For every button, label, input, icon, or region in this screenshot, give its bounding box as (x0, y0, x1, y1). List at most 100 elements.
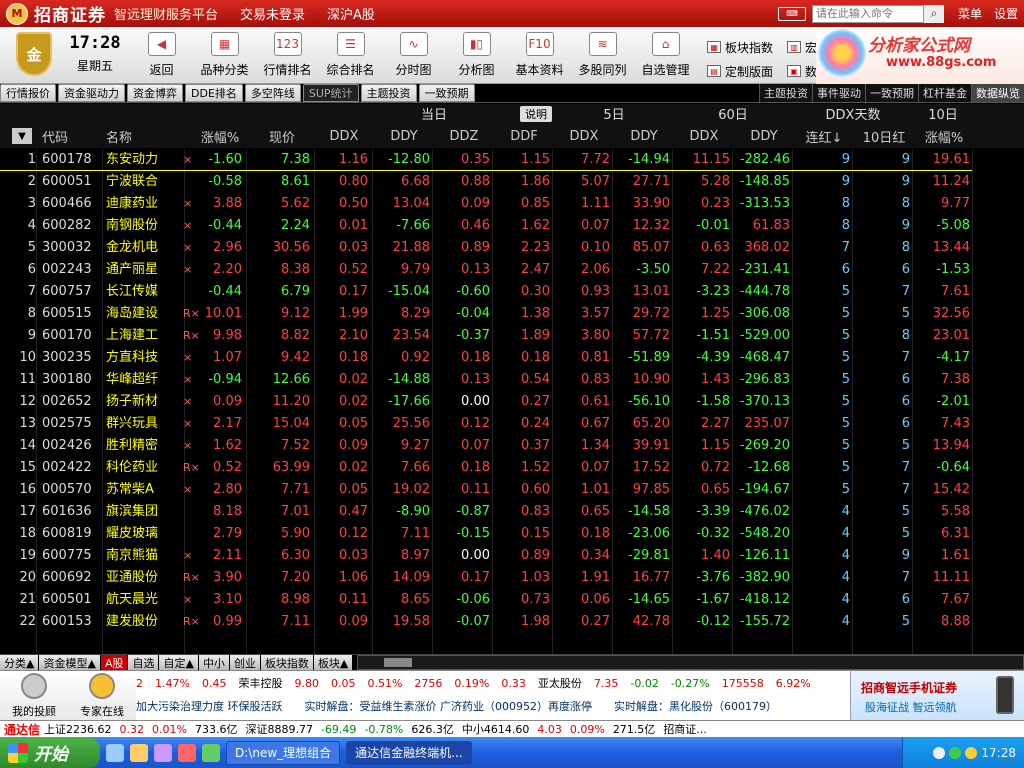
menu-button[interactable]: 菜单 (952, 5, 988, 22)
settings-button[interactable]: 设置 (988, 5, 1024, 22)
market-selector[interactable]: 深沪A股 (327, 4, 375, 23)
watchlist-manage-button[interactable]: ⌂ 自选管理 (634, 27, 697, 82)
sector-index-button[interactable]: ▦ 板块指数 (707, 35, 773, 59)
col-name[interactable]: 名称 (106, 124, 176, 148)
col-price[interactable]: 现价 (252, 124, 312, 148)
table-row[interactable]: 2 600051 宁波联合 -0.58 8.61 0.80 6.68 0.88 1.86 5.07… (0, 171, 1024, 193)
gold-badge-icon[interactable]: 金 (16, 32, 52, 76)
table-row[interactable]: 19 600775 南京熊猫 × 2.11 6.30 0.03 8.97 0.00 0.89 0.3… (0, 545, 1024, 567)
fundamentals-button[interactable]: F10 基本资料 (508, 27, 571, 82)
rtab-data-overview[interactable]: 数据纵览 (971, 84, 1024, 102)
headline-link[interactable]: 实时解盘：黑化股份（600179） (614, 698, 777, 714)
start-button[interactable]: 开始 (0, 737, 100, 768)
quicklaunch-icon[interactable] (154, 743, 172, 762)
table-row[interactable]: 21 600501 航天晨光 × 3.10 8.98 0.11 8.65 -0.06 0.73 0.… (0, 589, 1024, 611)
tray-icon[interactable] (949, 746, 962, 759)
tab-long-short[interactable]: 多空阵线 (244, 84, 301, 102)
back-button[interactable]: ◀ 返回 (130, 27, 193, 82)
keyboard-icon[interactable]: ⌨ (777, 6, 806, 21)
quicklaunch-icon[interactable] (202, 743, 220, 762)
command-input[interactable] (811, 4, 924, 23)
col-ddx[interactable]: DDX (316, 124, 372, 148)
col-ddz[interactable]: DDZ (436, 124, 492, 148)
btab-a-shares[interactable]: A股 (100, 655, 128, 670)
intraday-chart-button[interactable]: ∿ 分时图 (382, 27, 445, 82)
table-row[interactable]: 12 002652 扬子新材 × 0.09 11.20 0.02 -17.66 0.00 0.27… (0, 391, 1024, 413)
btab-chinext[interactable]: 创业 (229, 655, 260, 670)
quote-ranking-button[interactable]: 123 行情排名 (256, 27, 319, 82)
col-red-days[interactable]: 连红↓ (796, 124, 852, 148)
tab-capital-game[interactable]: 资金博弈 (127, 84, 183, 102)
table-row[interactable]: 14 002426 胜利精密 × 1.62 7.52 0.09 9.27 0.07 0.37 1.3… (0, 435, 1024, 457)
btab-sector-index[interactable]: 板块指数 (260, 655, 313, 670)
table-row[interactable]: 13 002575 群兴玩具 × 2.17 15.04 0.05 25.56 0.12 0.24 0… (0, 413, 1024, 435)
table-row[interactable]: 7 600757 长江传媒 -0.44 6.79 0.17 -15.04 -0.60 0.30 0… (0, 281, 1024, 303)
taskbar-folder-window[interactable]: D:\new_理想组合 (226, 740, 341, 765)
rtab-leverage-fund[interactable]: 杠杆基金 (918, 84, 971, 102)
column-menu-button[interactable]: ▼ (12, 128, 32, 144)
btab-sector[interactable]: 板块▲ (313, 655, 353, 670)
col-60d-ddx[interactable]: DDX (676, 124, 732, 148)
tray-icon[interactable] (933, 746, 946, 759)
table-row[interactable]: 16 000570 苏常柴A × 2.80 7.71 0.05 19.02 0.11 0.60 1.… (0, 479, 1024, 501)
btab-capital-model[interactable]: 资金模型▲ (39, 655, 100, 670)
mobile-securities-ad[interactable]: 招商智远手机证券 股海征战 智远领航 (850, 671, 1024, 721)
category-button[interactable]: ▦ 品种分类 (193, 27, 256, 82)
col-ddf[interactable]: DDF (496, 124, 552, 148)
tab-consensus[interactable]: 一致预期 (418, 84, 475, 102)
tab-theme-investing[interactable]: 主题投资 (360, 84, 417, 102)
quicklaunch-icon[interactable] (178, 743, 196, 762)
rtab-event[interactable]: 事件驱动 (812, 84, 865, 102)
col-5d-ddy[interactable]: DDY (616, 124, 672, 148)
search-icon[interactable]: ⌕ (923, 4, 944, 23)
headline-link[interactable]: 加大污染治理力度 环保股活跃 (136, 698, 283, 714)
col-ddy[interactable]: DDY (376, 124, 432, 148)
col-5d-ddx[interactable]: DDX (556, 124, 612, 148)
trade-login-link[interactable]: 交易未登录 (240, 4, 305, 23)
overall-ranking-button[interactable]: ☰ 综合排名 (319, 27, 382, 82)
col-code[interactable]: 代码 (42, 124, 100, 148)
ie-icon[interactable] (106, 743, 124, 762)
horizontal-scrollbar[interactable] (357, 655, 1024, 670)
rtab-theme[interactable]: 主题投资 (759, 84, 812, 102)
table-row[interactable]: 8 600515 海岛建设 R× 10.01 9.12 1.99 8.29 -0.04 1.38 3… (0, 303, 1024, 325)
headline-link[interactable]: 实时解盘：受益维生素涨价 广济药业（000952）再度涨停 (305, 698, 593, 714)
table-row[interactable]: 9 600170 上海建工 R× 9.98 8.82 2.10 23.54 -0.37 1.89 3… (0, 325, 1024, 347)
table-row[interactable]: 17 601636 旗滨集团 8.18 7.01 0.47 -8.90 -0.87 0.83 0.… (0, 501, 1024, 523)
btab-category[interactable]: 分类▲ (0, 655, 39, 670)
table-row[interactable]: 5 300032 金龙机电 × 2.96 30.56 0.03 21.88 0.89 2.23 0.… (0, 237, 1024, 259)
table-row[interactable]: 6 002243 通产丽星 × 2.20 8.38 0.52 9.79 0.13 2.47 2.06… (0, 259, 1024, 281)
stock-table[interactable]: 1 600178 东安动力 × -1.60 7.38 1.16 -12.80 0.35 1.15 7… (0, 149, 1024, 654)
scroll-thumb[interactable] (384, 658, 413, 667)
tab-capital-drive[interactable]: 资金驱动力 (58, 84, 125, 102)
btab-custom[interactable]: 自定▲ (159, 655, 198, 670)
multi-stock-button[interactable]: ≋ 多股同列 (571, 27, 634, 82)
custom-layout-button[interactable]: ▤ 定制版面 (707, 59, 773, 83)
table-row[interactable]: 18 600819 耀皮玻璃 2.79 5.90 0.12 7.11 -0.15 0.15 0.1… (0, 523, 1024, 545)
analysis-chart-button[interactable]: ▮▯ 分析图 (445, 27, 508, 82)
table-row[interactable]: 3 600466 迪康药业 × 3.88 5.62 0.50 13.04 0.09 0.85 1.1… (0, 193, 1024, 215)
taskbar-tdx-window[interactable]: 通达信金融终端机... (346, 740, 472, 765)
my-advisor-button[interactable]: 我的投顾 (0, 671, 68, 721)
tab-sup-stats[interactable]: SUP统计 (302, 84, 359, 102)
expert-online-button[interactable]: 专家在线 (68, 671, 136, 721)
col-10d-red[interactable]: 10日红 (856, 124, 912, 148)
col-10d-change[interactable]: 涨幅% (916, 124, 972, 148)
col-60d-ddy[interactable]: DDY (736, 124, 792, 148)
table-row[interactable]: 20 600692 亚通股份 R× 3.90 7.20 1.06 14.09 0.17 1.03 1… (0, 567, 1024, 589)
table-row[interactable]: 10 300235 方直科技 × 1.07 9.42 0.18 0.92 0.18 0.18 0.8… (0, 347, 1024, 369)
btab-sme[interactable]: 中小 (198, 655, 229, 670)
table-row[interactable]: 11 300180 华峰超纤 × -0.94 12.66 0.02 -14.88 0.13 0.5… (0, 369, 1024, 391)
tab-quotes[interactable]: 行情报价 (0, 84, 56, 102)
tray-icon[interactable] (965, 746, 978, 759)
tab-dde-ranking[interactable]: DDE排名 (185, 84, 243, 102)
quicklaunch-icon[interactable] (130, 743, 148, 762)
table-row[interactable]: 1 600178 东安动力 × -1.60 7.38 1.16 -12.80 0.35 1.15 7… (0, 149, 1024, 171)
col-change[interactable]: 涨幅% (196, 124, 244, 148)
table-row[interactable]: 22 600153 建发股份 R× 0.99 7.11 0.09 19.58 -0.07 1.98… (0, 611, 1024, 633)
explain-button[interactable]: 说明 (520, 106, 552, 122)
table-row[interactable]: 4 600282 南钢股份 × -0.44 2.24 0.01 -7.66 0.46 1.62 0.… (0, 215, 1024, 237)
rtab-consensus[interactable]: 一致预期 (865, 84, 918, 102)
promo-banner[interactable]: 分析家公式网 www.88gs.com (816, 27, 1024, 84)
btab-watchlist[interactable]: 自选 (128, 655, 159, 670)
